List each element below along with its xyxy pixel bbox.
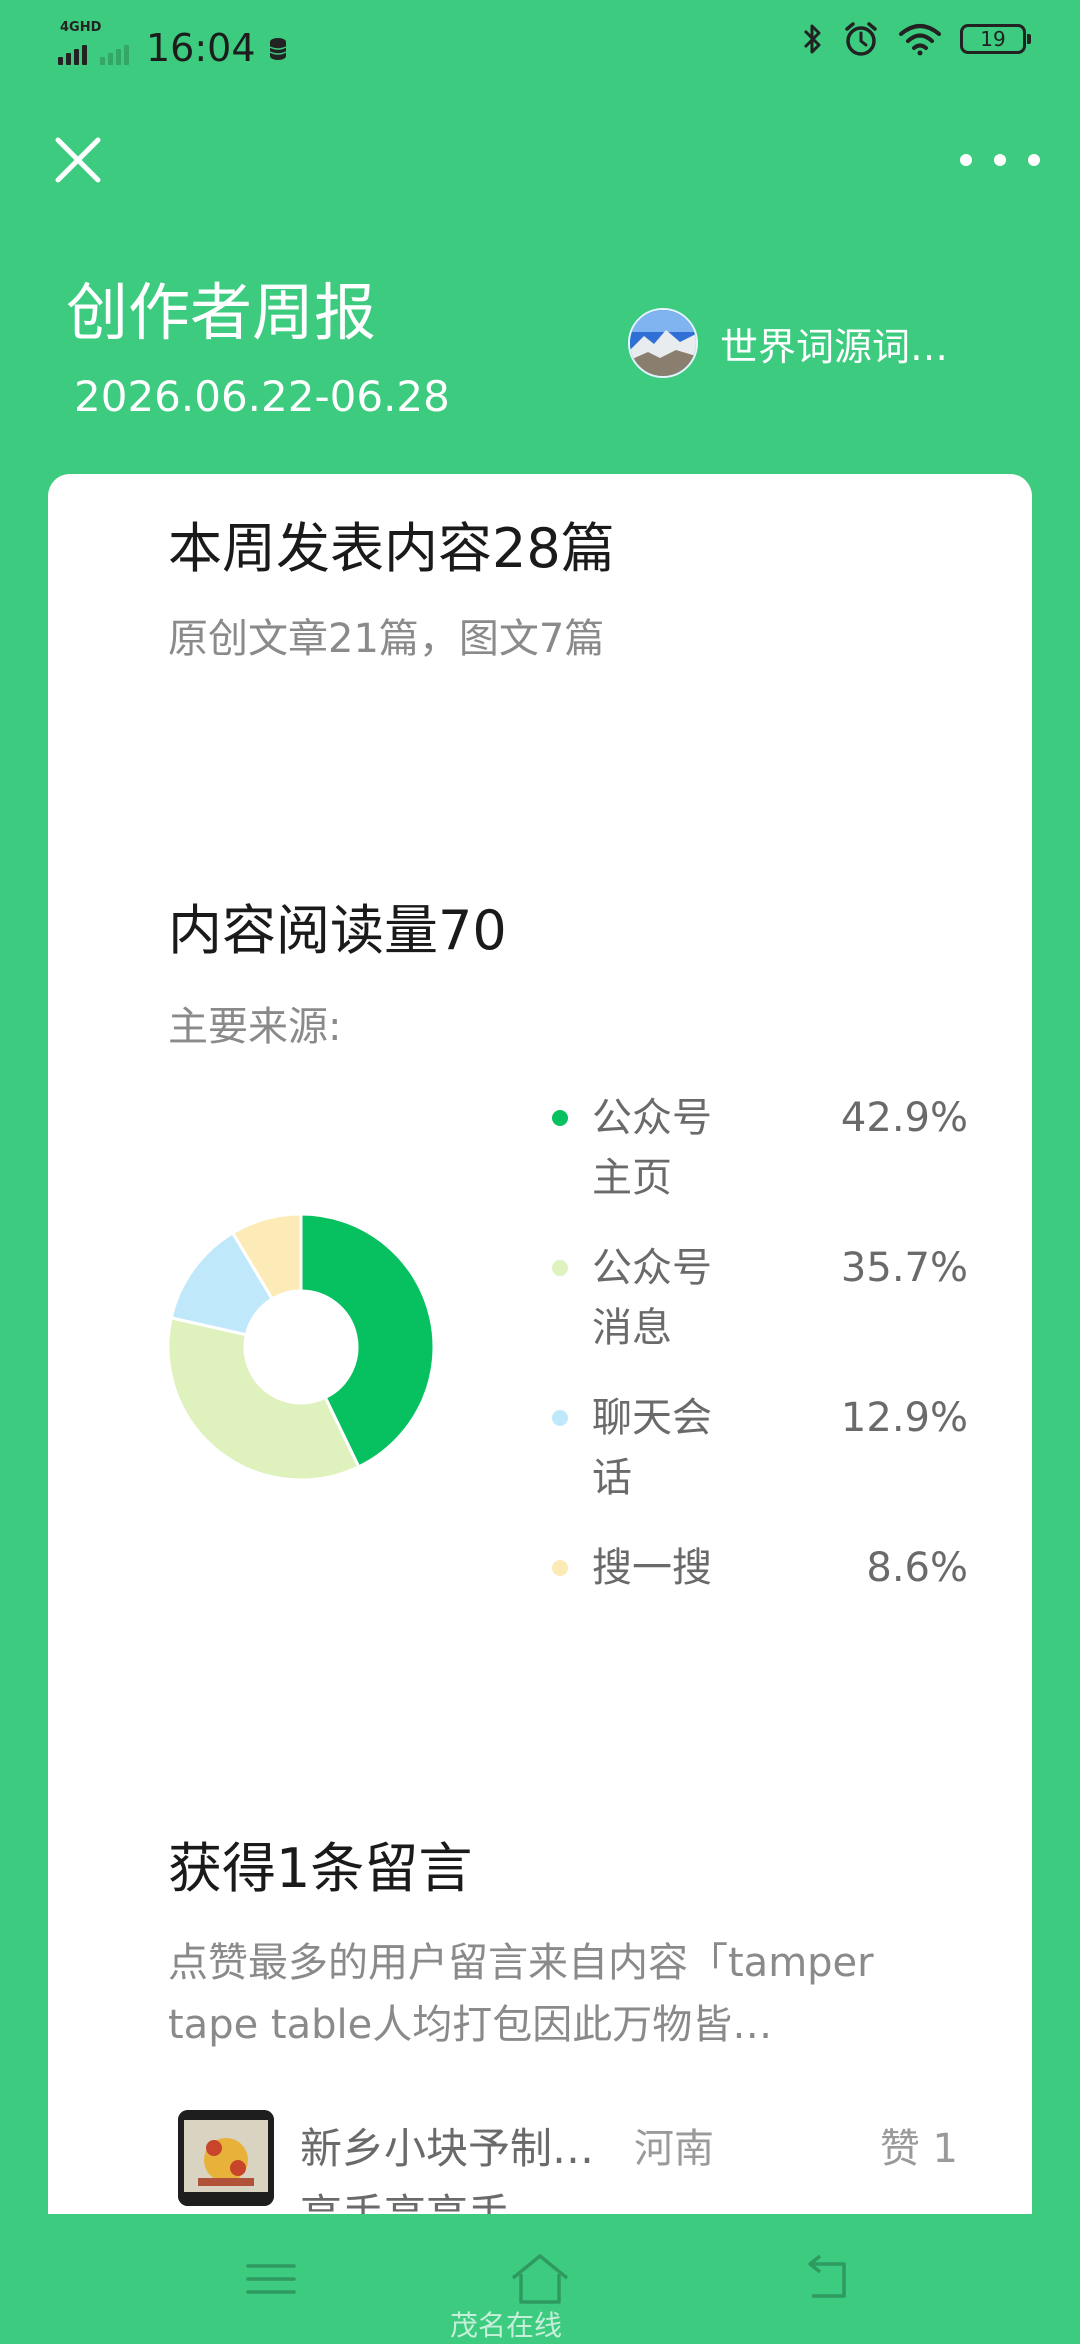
comments-summary: 点赞最多的用户留言来自内容「tamper tape table人均打包因此万物皆…	[168, 1940, 874, 2048]
avatar	[628, 308, 698, 378]
alarm-clock-icon	[845, 22, 877, 56]
more-dot-icon	[1028, 154, 1040, 166]
signal-strength-secondary-icon	[100, 35, 132, 65]
status-left: 4GHD 16:04	[58, 16, 288, 70]
system-navigation-bar: 茂名在线	[0, 2214, 1080, 2342]
more-dot-icon	[994, 154, 1006, 166]
close-icon	[55, 137, 101, 183]
status-bar: 4GHD 16:04 19	[0, 0, 1080, 84]
more-options-button[interactable]	[960, 140, 1040, 180]
comment-thumbnail	[178, 2110, 274, 2206]
more-dot-icon	[960, 154, 972, 166]
status-right: 19	[802, 20, 1031, 58]
account-switcher[interactable]: 世界词源词…	[628, 308, 948, 378]
close-button[interactable]	[48, 130, 108, 190]
read-count-title: 内容阅读量70	[168, 899, 507, 962]
comments-count-title: 获得1条留言	[168, 1837, 473, 1900]
legend-dot	[552, 1260, 568, 1276]
date-range: 2026.06.22-06.28	[74, 372, 450, 421]
network-type: 4GHD	[60, 20, 102, 35]
legend-label: 聊天会话	[592, 1395, 712, 1501]
page-title: 创作者周报	[66, 276, 377, 349]
signal-strength-icon	[58, 35, 90, 65]
status-time: 16:04	[146, 26, 256, 70]
account-name: 世界词源词…	[720, 324, 949, 369]
back-icon	[808, 2254, 846, 2298]
legend-item-chats: 聊天会话 12.9%	[548, 1388, 968, 1528]
legend-item-search: 搜一搜 8.6%	[548, 1538, 968, 1678]
wifi-icon	[899, 24, 941, 56]
legend-label: 搜一搜	[592, 1545, 712, 1591]
legend-dot	[552, 1560, 568, 1576]
legend-percentage: 8.6%	[866, 1545, 968, 1591]
legend-dot	[552, 1110, 568, 1126]
report-card: 本周发表内容28篇 原创文章21篇，图文7篇 内容阅读量70 主要来源: 公众号…	[48, 474, 1032, 2214]
back-button[interactable]	[790, 2244, 860, 2314]
legend-label: 公众号主页	[592, 1095, 712, 1201]
legend-percentage: 42.9%	[840, 1095, 968, 1141]
legend-dot	[552, 1410, 568, 1426]
battery-icon: 19	[960, 24, 1031, 54]
publish-breakdown: 原创文章21篇，图文7篇	[168, 616, 605, 662]
comment-author-title: 新乡小块予制… 高手高高手	[300, 2124, 595, 2214]
legend-item-messages: 公众号消息 35.7%	[548, 1238, 968, 1378]
legend-label: 公众号消息	[592, 1245, 712, 1351]
database-icon	[269, 38, 286, 60]
thumbnail-image	[178, 2110, 274, 2206]
top-bar	[0, 130, 1080, 210]
publish-count-title: 本周发表内容28篇	[168, 517, 615, 580]
legend-percentage: 12.9%	[840, 1395, 968, 1441]
legend-item-profile: 公众号主页 42.9%	[548, 1088, 968, 1228]
bluetooth-icon	[803, 24, 821, 54]
top-comment-row[interactable]: 新乡小块予制… 高手高高手 河南 赞 1	[178, 2110, 958, 2214]
read-sources-label: 主要来源:	[168, 1004, 342, 1050]
watermark: 茂名在线	[450, 2309, 563, 2342]
avatar-image	[630, 310, 696, 376]
legend-percentage: 35.7%	[840, 1245, 968, 1291]
traffic-source-donut-chart	[166, 1212, 436, 1482]
menu-button[interactable]	[236, 2244, 306, 2314]
comment-region: 河南	[634, 2126, 714, 2172]
comment-likes: 赞 1	[879, 2126, 958, 2172]
menu-icon	[246, 2264, 296, 2294]
